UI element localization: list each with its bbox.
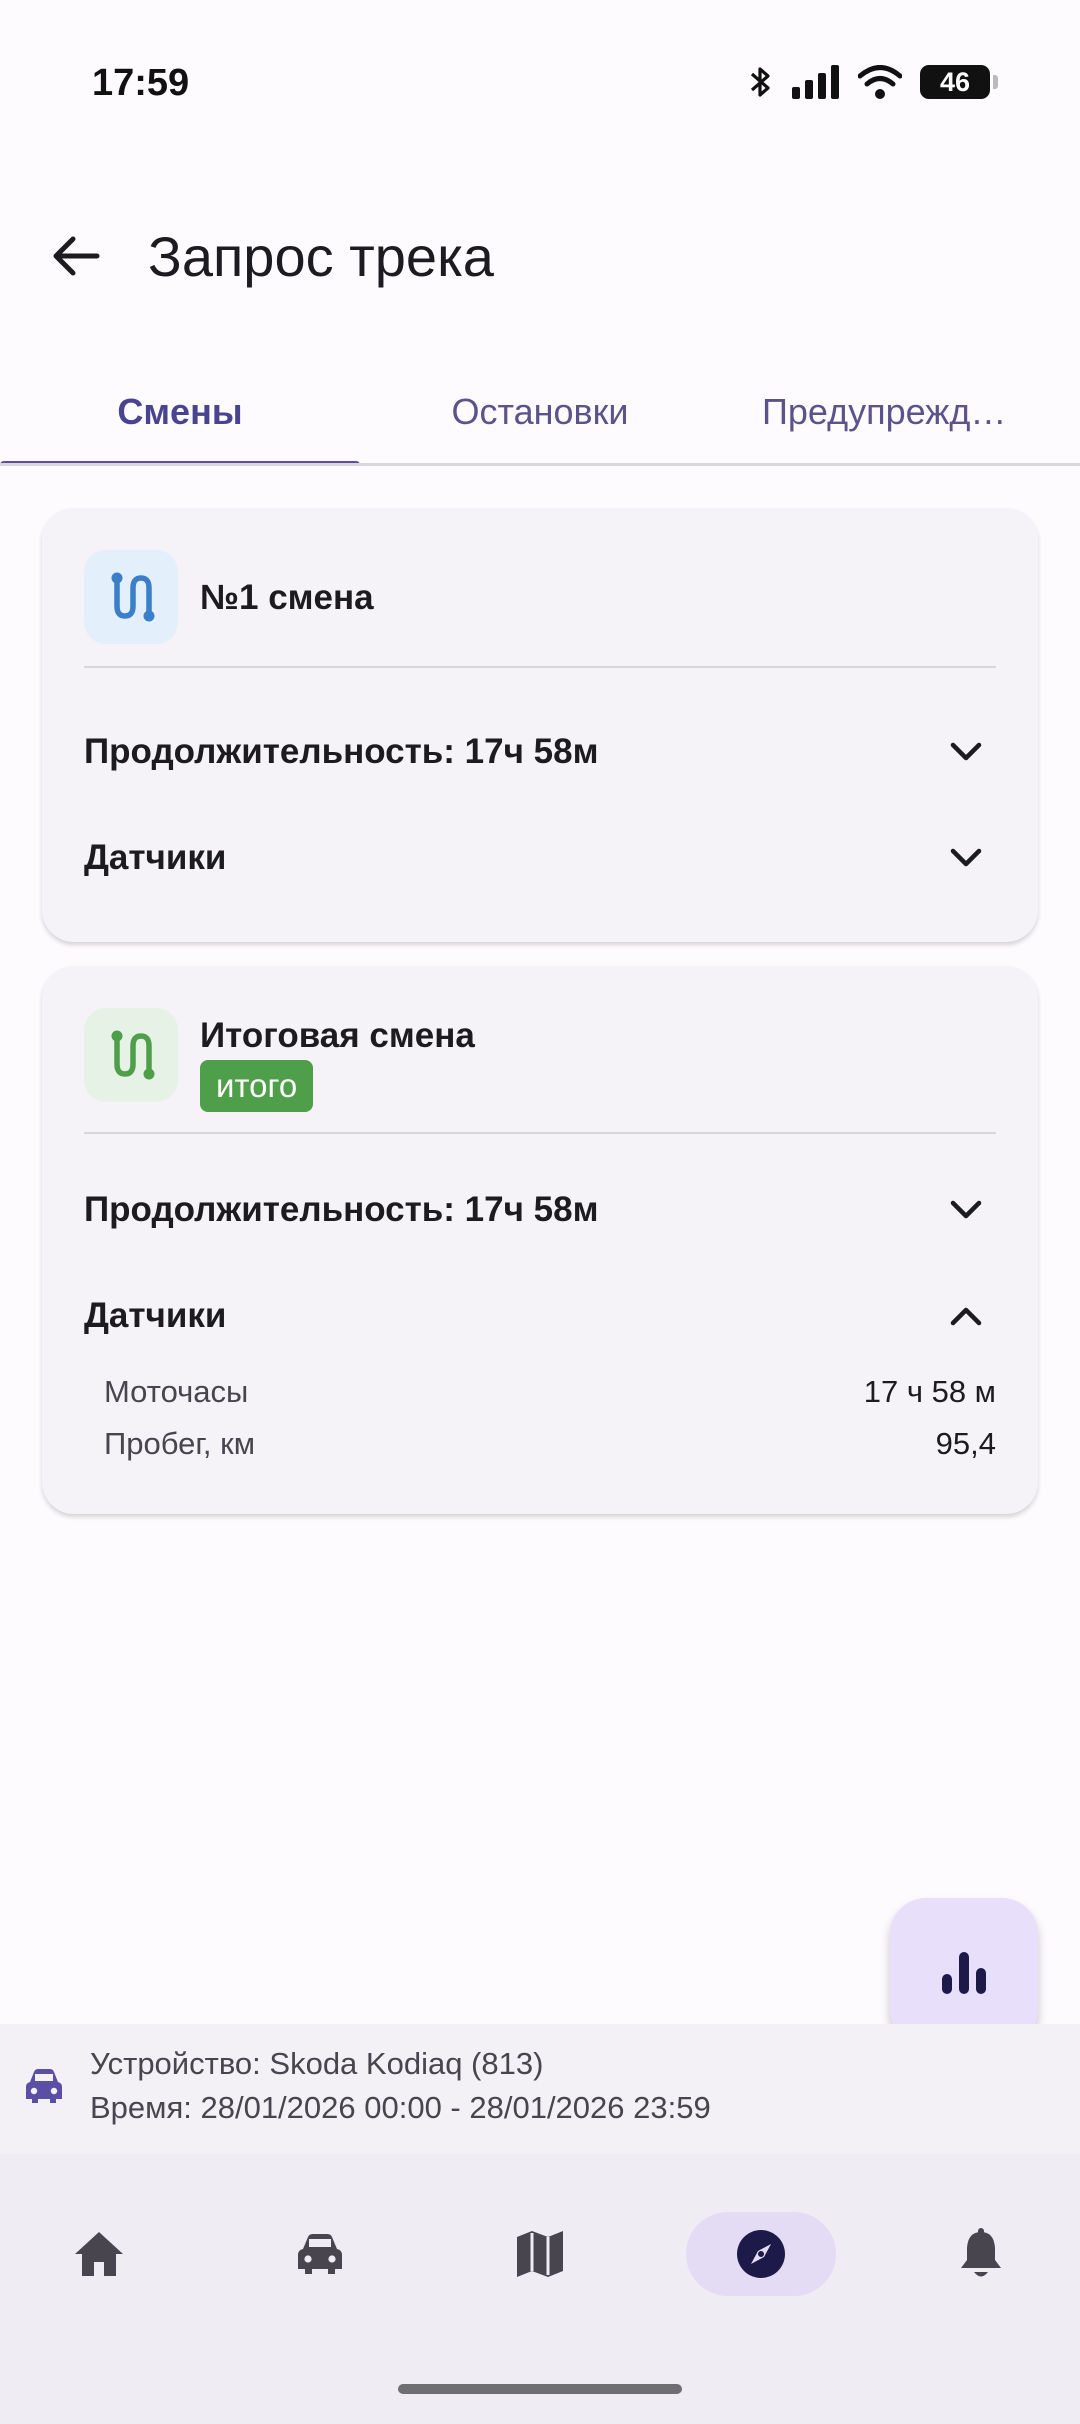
route-icon-container [84, 550, 178, 644]
app-bar: Запрос трека [0, 200, 1080, 320]
shift-card-total: Итоговая смена итого Продолжительность: … [42, 966, 1038, 1514]
status-time: 17:59 [92, 62, 190, 104]
bell-icon [961, 2228, 1001, 2277]
device-info-bar: Устройство: Skoda Kodiaq (813) Время: 28… [0, 2024, 1080, 2154]
time-range-text: Время: 28/01/2026 00:00 - 28/01/2026 23:… [90, 2090, 711, 2125]
nav-notifications[interactable] [906, 2212, 1056, 2296]
divider [84, 666, 996, 668]
tab-stops[interactable]: Остановки [360, 360, 720, 463]
chevron-up-icon [936, 1286, 996, 1346]
bar-chart-icon [942, 1952, 986, 1994]
sensor-label: Моточасы [104, 1374, 249, 1409]
tab-label: Предупреждения [762, 390, 1024, 432]
back-button[interactable] [44, 224, 108, 288]
sensors-label: Датчики [84, 838, 227, 877]
route-icon [111, 1030, 155, 1080]
shift-title: №1 смена [200, 578, 374, 617]
bluetooth-icon [750, 67, 770, 97]
chevron-down-icon [936, 722, 996, 782]
chevron-down-icon [936, 1180, 996, 1240]
duration-label: Продолжительность: 17ч 58м [84, 1190, 599, 1229]
shift-card-1: №1 смена Продолжительность: 17ч 58м Датч… [42, 508, 1038, 942]
tab-bar: Смены Остановки Предупреждения [0, 360, 1080, 466]
sensors-row[interactable]: Датчики [84, 1286, 996, 1346]
chevron-down-icon [936, 828, 996, 888]
home-icon [75, 2232, 123, 2276]
map-icon [517, 2231, 563, 2277]
total-badge: итого [200, 1060, 314, 1112]
compass-icon [737, 2230, 785, 2278]
sensor-label: Пробег, км [104, 1426, 256, 1461]
signal-icon [792, 65, 839, 99]
car-icon [298, 2234, 342, 2274]
sensor-value: 95,4 [935, 1426, 996, 1461]
route-icon-container [84, 1008, 178, 1102]
duration-row[interactable]: Продолжительность: 17ч 58м [84, 1180, 996, 1240]
duration-label: Продолжительность: 17ч 58м [84, 732, 599, 771]
tab-label: Смены [117, 390, 243, 432]
route-icon [111, 572, 155, 622]
nav-track[interactable] [686, 2212, 836, 2296]
page-title: Запрос трека [148, 225, 494, 288]
home-indicator[interactable] [398, 2384, 682, 2394]
arrow-left-icon [53, 236, 100, 276]
nav-vehicles[interactable] [245, 2212, 395, 2296]
tab-warnings[interactable]: Предупреждения [720, 360, 1080, 463]
device-text: Устройство: Skoda Kodiaq (813) [90, 2046, 544, 2081]
sensor-value: 17 ч 58 м [863, 1374, 996, 1409]
sensors-row[interactable]: Датчики [84, 828, 996, 888]
car-icon [26, 2069, 62, 2103]
nav-map[interactable] [465, 2212, 615, 2296]
tab-label: Остановки [451, 390, 629, 432]
battery-indicator: 46 [920, 65, 998, 99]
sensor-row: Моточасы 17 ч 58 м [104, 1374, 996, 1410]
duration-row[interactable]: Продолжительность: 17ч 58м [84, 722, 996, 782]
nav-home[interactable] [24, 2212, 174, 2296]
sensors-label: Датчики [84, 1296, 227, 1335]
status-icons: 46 [748, 64, 998, 100]
sensor-row: Пробег, км 95,4 [104, 1426, 996, 1462]
tab-indicator [0, 461, 360, 463]
tab-shifts[interactable]: Смены [0, 360, 360, 463]
divider [84, 1132, 996, 1134]
status-bar: 17:59 46 [0, 0, 1080, 170]
wifi-icon [858, 65, 902, 99]
shift-title: Итоговая смена [200, 1016, 475, 1055]
